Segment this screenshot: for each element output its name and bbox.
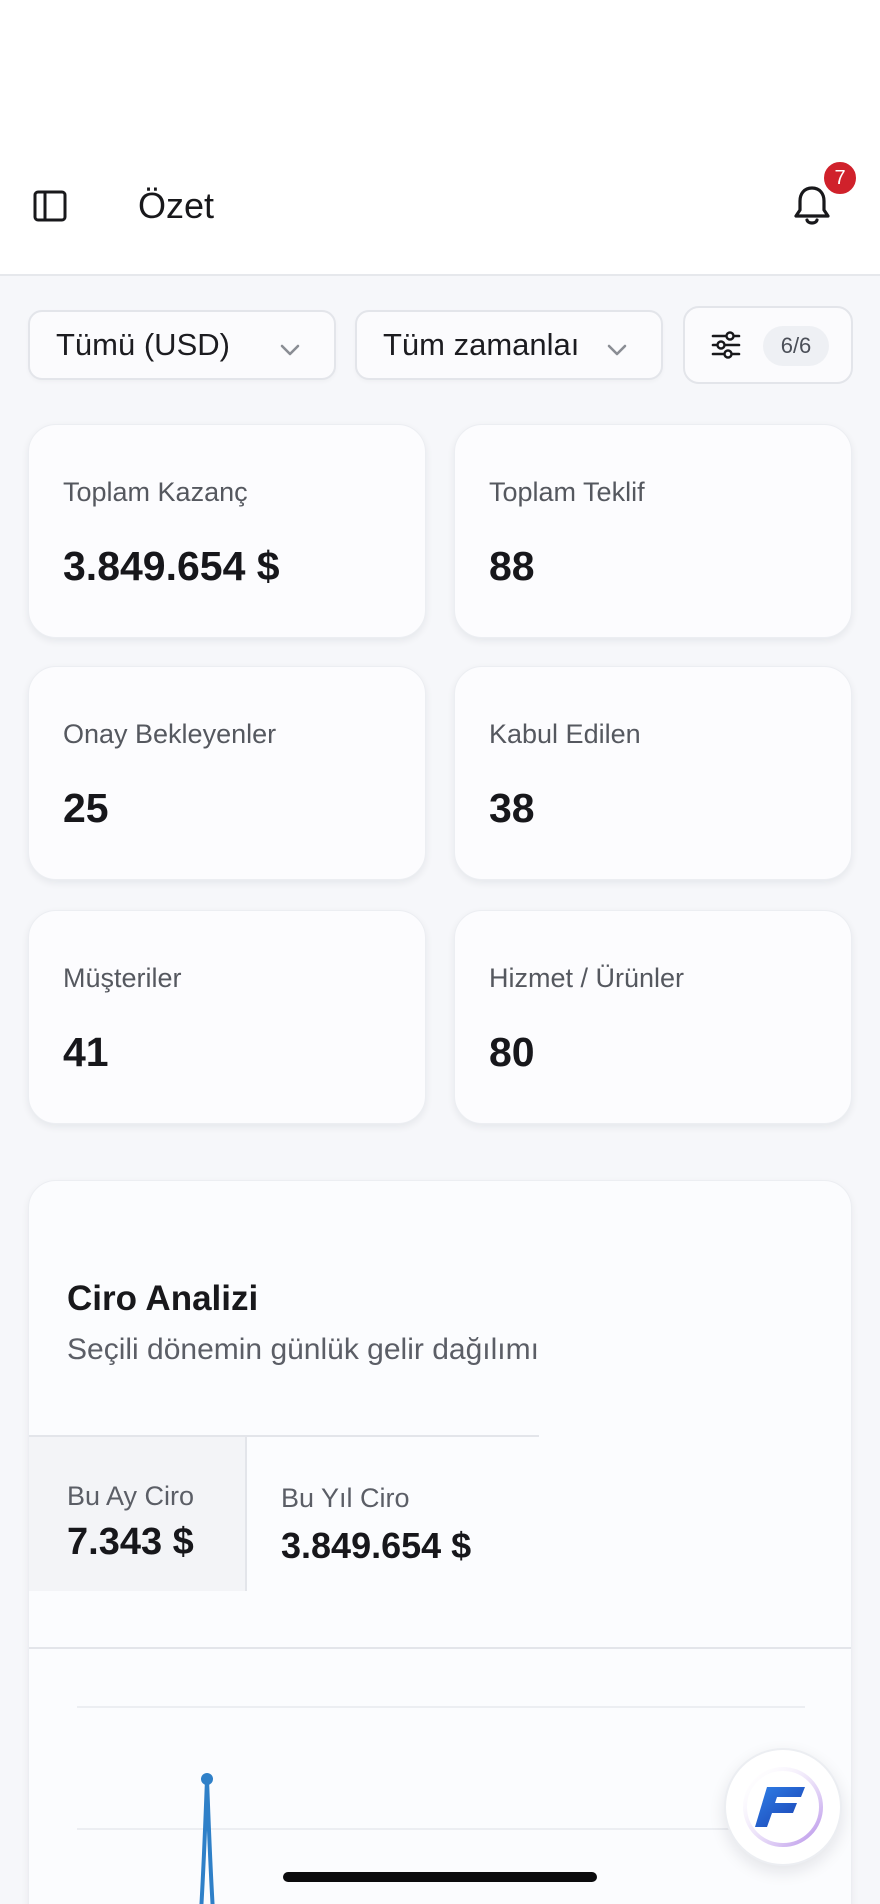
stat-label: Kabul Edilen xyxy=(489,719,641,749)
stat-card-accepted[interactable]: Kabul Edilen 38 xyxy=(454,666,852,880)
chart-peak-point xyxy=(201,1773,213,1785)
bell-icon xyxy=(794,186,830,225)
stat-label: Toplam Teklif xyxy=(489,477,645,507)
chevron-down-icon xyxy=(278,334,302,370)
sidebar-toggle-icon[interactable] xyxy=(28,184,72,228)
tab-label: Bu Ay Ciro xyxy=(67,1481,195,1511)
stat-label: Müşteriler xyxy=(63,963,182,993)
stat-label: Onay Bekleyenler xyxy=(63,719,277,749)
stat-card-products[interactable]: Hizmet / Ürünler 80 xyxy=(454,910,852,1124)
chevron-down-icon xyxy=(605,334,629,370)
stat-value: 25 xyxy=(63,785,109,831)
top-header: Özet 7 xyxy=(0,0,880,276)
divider xyxy=(29,1647,851,1649)
brand-logo-icon xyxy=(743,1767,823,1847)
currency-select-value: Tümü (USD) xyxy=(56,327,230,362)
columns-count-badge: 6/6 xyxy=(763,326,829,366)
stat-value: 3.849.654 $ xyxy=(63,543,280,589)
stat-value: 88 xyxy=(489,543,535,589)
tab-value: 3.849.654 $ xyxy=(281,1525,472,1566)
stat-label: Hizmet / Ürünler xyxy=(489,963,685,993)
stat-value: 38 xyxy=(489,785,535,831)
stat-card-customers[interactable]: Müşteriler 41 xyxy=(28,910,426,1124)
home-indicator xyxy=(283,1872,597,1882)
tab-value: 7.343 $ xyxy=(67,1521,194,1563)
stat-value: 41 xyxy=(63,1029,109,1075)
columns-toggle-button[interactable]: 6/6 xyxy=(683,306,853,384)
notification-badge: 7 xyxy=(822,160,858,196)
dashboard-page: Özet 7 Tümü (USD) Tüm zamanlaı 6/6 Topla… xyxy=(0,0,880,1904)
tab-label: Bu Yıl Ciro xyxy=(281,1483,410,1513)
sliders-icon xyxy=(711,330,741,365)
stat-card-total-offers[interactable]: Toplam Teklif 88 xyxy=(454,424,852,638)
revenue-subtitle: Seçili dönemin günlük gelir dağılımı xyxy=(67,1333,539,1366)
currency-select[interactable]: Tümü (USD) xyxy=(28,310,336,380)
revenue-line-chart xyxy=(77,1706,805,1904)
period-select-value: Tüm zamanlaı xyxy=(383,327,580,362)
stat-value: 80 xyxy=(489,1029,535,1075)
stat-card-total-earnings[interactable]: Toplam Kazanç 3.849.654 $ xyxy=(28,424,426,638)
brand-fab-button[interactable] xyxy=(724,1748,842,1866)
tab-this-year-revenue[interactable]: Bu Yıl Ciro 3.849.654 $ xyxy=(249,1437,539,1591)
period-select[interactable]: Tüm zamanlaı xyxy=(355,310,663,380)
revenue-title: Ciro Analizi xyxy=(67,1279,259,1318)
page-title: Özet xyxy=(138,185,215,226)
tab-this-month-revenue[interactable]: Bu Ay Ciro 7.343 $ xyxy=(29,1437,247,1591)
stat-card-pending[interactable]: Onay Bekleyenler 25 xyxy=(28,666,426,880)
stat-label: Toplam Kazanç xyxy=(63,477,248,507)
chart-series-line xyxy=(199,1778,215,1904)
